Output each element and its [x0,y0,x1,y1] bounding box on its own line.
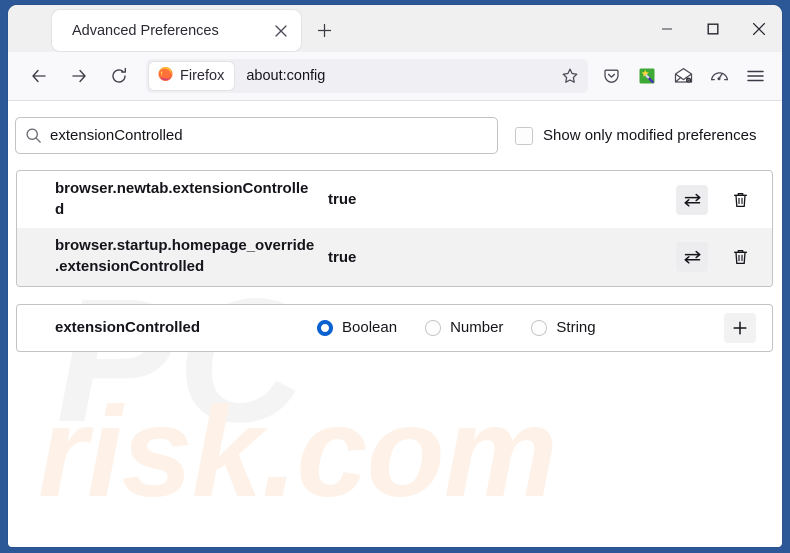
pref-name: browser.startup.homepage_override.extens… [55,237,315,276]
radio-label-boolean: Boolean [342,319,398,337]
screenshot-root: Advanced Preferences Firefox about:confi… [0,0,790,553]
pref-value: true [328,191,357,209]
search-input-value: extensionControlled [50,127,183,144]
radio-dot-string [531,319,548,336]
hamburger-menu-icon[interactable] [738,59,772,93]
url-text: about:config [246,68,326,84]
trash-icon[interactable] [724,242,756,272]
radio-dot-boolean [317,319,333,336]
identity-box[interactable]: Firefox [149,62,235,90]
toggle-arrows-icon[interactable] [676,184,708,215]
navigation-toolbar: Firefox about:config 0 [8,52,782,101]
address-bar[interactable]: Firefox about:config [146,59,588,93]
radio-label-number: Number [450,319,504,337]
about-config-page: PC risk.com extensionControlled Show onl… [8,101,782,547]
add-preference-button[interactable] [724,312,756,343]
back-icon[interactable] [22,59,56,93]
show-modified-checkbox[interactable]: Show only modified preferences [515,126,757,145]
pocket-icon[interactable] [594,59,628,93]
trash-icon[interactable] [724,185,756,215]
reload-icon[interactable] [102,59,136,93]
pref-name: browser.newtab.extensionControlled [55,180,309,218]
radio-label-string: String [556,319,596,337]
tab-title: Advanced Preferences [72,22,219,39]
search-input[interactable]: extensionControlled [15,117,498,154]
new-tab-icon[interactable] [310,16,338,44]
add-preference-panel: extensionControlled Boolean Number Strin… [16,303,773,352]
table-row[interactable]: browser.startup.homepage_override.extens… [17,228,772,286]
minimize-icon[interactable] [644,5,690,52]
mail-icon[interactable]: 0 [666,59,700,93]
filter-controls: extensionControlled Show only modified p… [8,101,782,154]
radio-string[interactable]: String [531,319,596,337]
close-window-icon[interactable] [736,5,782,52]
new-pref-name: extensionControlled [55,319,201,337]
watermark-bottom-text: risk.com [38,381,557,524]
window-controls [644,5,782,52]
radio-dot-number [425,319,442,336]
search-icon [16,127,50,144]
tab-strip: Advanced Preferences [8,5,782,52]
browser-tab-advanced-preferences[interactable]: Advanced Preferences [52,10,301,51]
extension-wand-icon[interactable] [630,59,664,93]
watermark-top-text: PC [56,263,309,459]
bookmark-star-icon[interactable] [555,61,585,91]
close-tab-icon[interactable] [267,17,295,45]
browser-window: Advanced Preferences Firefox about:confi… [8,5,782,547]
pref-value: true [328,248,357,266]
firefox-logo-icon [157,65,174,87]
show-modified-label: Show only modified preferences [543,127,757,144]
pref-type-radio-group: Boolean Number String [317,319,724,336]
account-sync-icon[interactable] [702,59,736,93]
add-preference-row: extensionControlled Boolean Number Strin… [17,305,772,351]
forward-icon[interactable] [62,59,96,93]
preferences-table: browser.newtab.extensionControlled true [16,170,773,287]
table-row[interactable]: browser.newtab.extensionControlled true [17,171,772,229]
radio-boolean[interactable]: Boolean [317,319,397,336]
radio-number[interactable]: Number [425,319,503,336]
identity-label: Firefox [180,68,225,84]
checkbox-box [515,126,533,145]
maximize-icon[interactable] [690,5,736,52]
toggle-arrows-icon[interactable] [676,242,708,273]
